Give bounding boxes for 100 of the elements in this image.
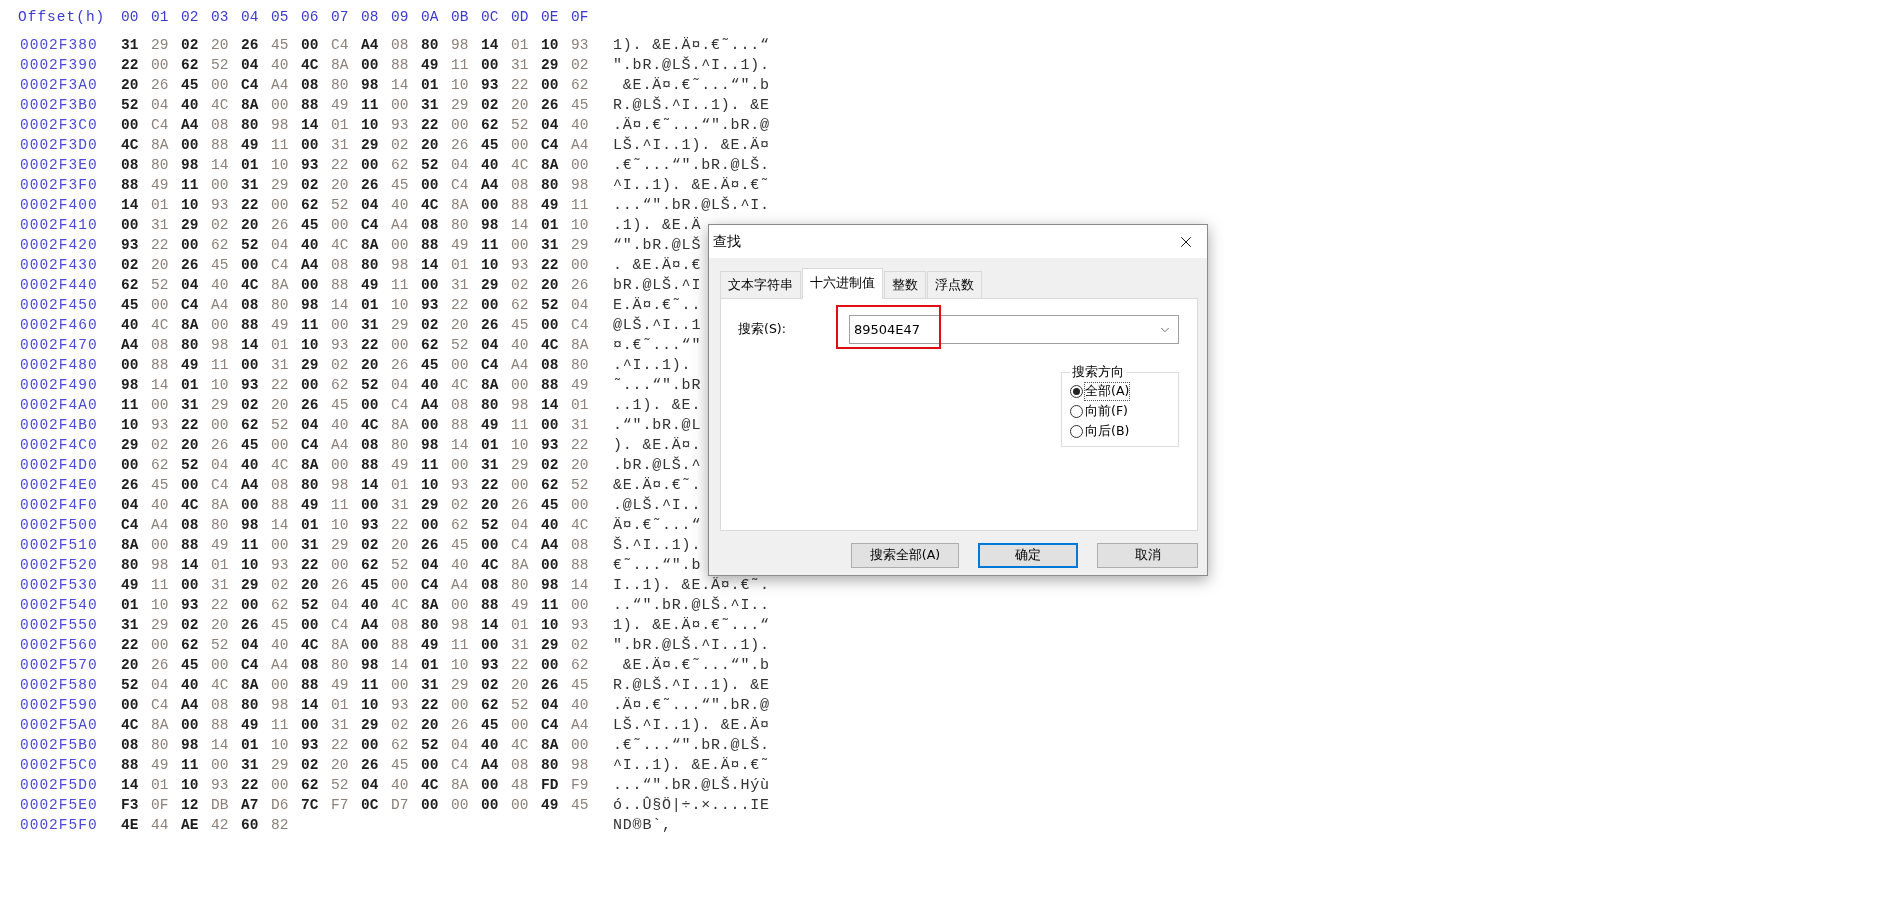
- tab[interactable]: 十六进制值: [802, 268, 883, 299]
- hex-byte: 98: [391, 257, 410, 273]
- hex-byte: 26: [511, 497, 530, 513]
- hex-byte: 08: [331, 257, 350, 273]
- hex-byte: 49: [241, 717, 260, 733]
- row-offset: 0002F5B0: [20, 737, 99, 753]
- hex-byte: 00: [151, 57, 170, 73]
- ascii-text: Š.^I..1).: [613, 537, 702, 553]
- hex-byte: 80: [391, 437, 410, 453]
- hex-byte: 31: [451, 277, 470, 293]
- hex-byte: 93: [481, 657, 500, 673]
- hex-byte: 4C: [571, 517, 590, 533]
- hex-byte: 00: [481, 197, 500, 213]
- hex-byte: 80: [511, 577, 530, 593]
- hex-byte: 40: [541, 517, 560, 533]
- hex-byte: 31: [301, 537, 320, 553]
- ascii-text: &E.Ä¤.€˜.: [613, 477, 702, 493]
- hex-byte: 52: [121, 677, 140, 693]
- radio-button[interactable]: [1070, 405, 1083, 418]
- hex-byte: C4: [571, 317, 590, 333]
- hex-byte: 01: [391, 477, 410, 493]
- hex-byte: 26: [241, 617, 260, 633]
- hex-byte: 22: [511, 77, 530, 93]
- ascii-text: . &E.Ä¤.€: [613, 257, 702, 273]
- radio-label[interactable]: 向后(B): [1085, 423, 1130, 440]
- hex-byte: 49: [511, 597, 530, 613]
- hex-byte: 04: [511, 517, 530, 533]
- radio-label[interactable]: 向前(F): [1085, 403, 1128, 420]
- tab[interactable]: 整数: [884, 271, 926, 298]
- hex-byte: 11: [151, 577, 170, 593]
- hex-byte: 62: [361, 557, 380, 573]
- hex-byte: 14: [181, 557, 200, 573]
- radio-label[interactable]: 全部(A): [1085, 383, 1130, 400]
- hex-byte: 14: [301, 697, 320, 713]
- row-offset: 0002F450: [20, 297, 99, 313]
- hex-byte: 93: [571, 37, 590, 53]
- hex-byte: 14: [451, 437, 470, 453]
- hex-byte: 45: [571, 797, 590, 813]
- hex-byte: 00: [511, 137, 530, 153]
- tab[interactable]: 文本字符串: [720, 271, 801, 298]
- hex-byte: 31: [121, 37, 140, 53]
- column-header: 0C: [481, 9, 500, 25]
- row-offset: 0002F3D0: [20, 137, 99, 153]
- tab[interactable]: 浮点数: [927, 271, 982, 298]
- hex-byte: 8A: [271, 277, 290, 293]
- hex-byte: 00: [211, 177, 230, 193]
- hex-byte: 00: [421, 517, 440, 533]
- search-combobox[interactable]: 89504E47: [849, 315, 1179, 344]
- hex-byte: 8A: [421, 597, 440, 613]
- column-header: 0D: [511, 9, 530, 25]
- hex-byte: C4: [331, 617, 350, 633]
- ascii-text: .€˜...“".bR.@LŠ.: [613, 737, 770, 753]
- ascii-text: ...“".bR.@LŠ.Hýù: [613, 777, 770, 793]
- hex-byte: 0F: [151, 797, 170, 813]
- hex-byte: 62: [211, 237, 230, 253]
- radio-button[interactable]: [1070, 385, 1083, 398]
- hex-byte: 00: [361, 737, 380, 753]
- hex-byte: 02: [391, 717, 410, 733]
- hex-byte: 10: [421, 477, 440, 493]
- hex-byte: 04: [571, 297, 590, 313]
- hex-byte: 98: [541, 577, 560, 593]
- dialog-button[interactable]: 取消: [1097, 543, 1198, 568]
- hex-byte: 01: [511, 37, 530, 53]
- hex-byte: 31: [421, 677, 440, 693]
- hex-byte: 00: [511, 237, 530, 253]
- hex-byte: C4: [511, 537, 530, 553]
- hex-byte: 49: [451, 237, 470, 253]
- hex-byte: 00: [121, 117, 140, 133]
- column-header: 01: [151, 9, 170, 25]
- column-header: 09: [391, 9, 410, 25]
- hex-byte: 40: [331, 417, 350, 433]
- hex-byte: 00: [151, 637, 170, 653]
- hex-byte: 20: [451, 317, 470, 333]
- hex-byte: 52: [331, 197, 350, 213]
- ascii-text: &E.Ä¤.€˜...“".b: [621, 77, 770, 93]
- hex-byte: 80: [421, 37, 440, 53]
- hex-byte: 62: [271, 597, 290, 613]
- hex-byte: 93: [301, 157, 320, 173]
- dialog-button[interactable]: 搜索全部(A): [851, 543, 959, 568]
- hex-byte: 10: [271, 157, 290, 173]
- hex-byte: 00: [241, 357, 260, 373]
- hex-byte: 26: [541, 677, 560, 693]
- hex-byte: 00: [481, 537, 500, 553]
- ascii-text: LŠ.^I..1). &E.Ä¤: [613, 717, 770, 733]
- hex-byte: 4C: [121, 137, 140, 153]
- hex-byte: 10: [331, 517, 350, 533]
- column-header: 05: [271, 9, 290, 25]
- hex-byte: 02: [121, 257, 140, 273]
- column-header: 02: [181, 9, 200, 25]
- hex-byte: 00: [271, 197, 290, 213]
- hex-byte: 22: [271, 377, 290, 393]
- radio-button[interactable]: [1070, 425, 1083, 438]
- hex-byte: 80: [361, 257, 380, 273]
- hex-byte: 14: [241, 337, 260, 353]
- column-header: 0A: [421, 9, 440, 25]
- ascii-text: 1). &E.Ä¤.€˜...“: [613, 617, 770, 633]
- hex-byte: 01: [571, 397, 590, 413]
- hex-byte: 11: [451, 637, 470, 653]
- hex-byte: 00: [451, 597, 470, 613]
- dialog-button[interactable]: 确定: [978, 543, 1078, 568]
